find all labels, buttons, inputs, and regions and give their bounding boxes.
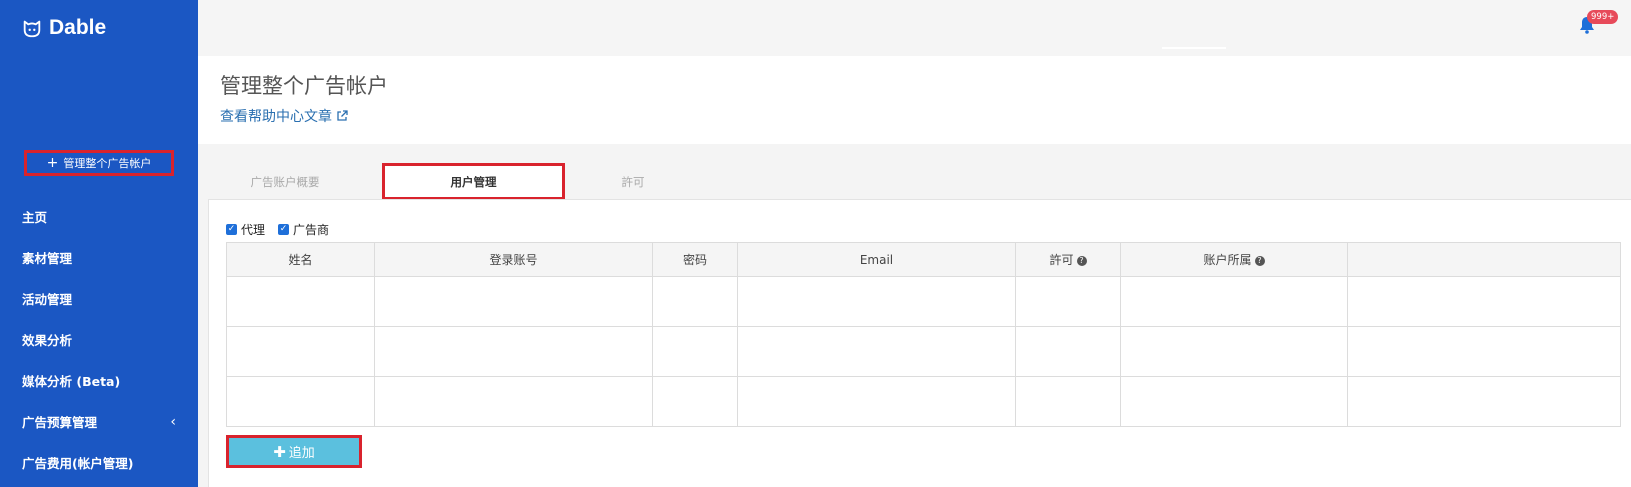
sidebar-item-label: 效果分析 xyxy=(22,333,73,348)
sidebar-item-home[interactable]: 主页 xyxy=(0,196,198,237)
table-row xyxy=(226,326,1621,377)
column-header-label: 許可 xyxy=(1049,253,1074,267)
column-header-label: 账户所属 xyxy=(1203,253,1252,267)
logo-text: Dable xyxy=(49,16,107,39)
column-header-password[interactable]: 密码 xyxy=(652,242,738,277)
user-management-panel: ✓ 代理 ✓ 广告商 姓名 登录账号 密码 Email 許可? 账户所属? ✚ … xyxy=(208,199,1631,487)
help-link-label: 查看帮助中心文章 xyxy=(220,109,332,125)
tab-label: 用户管理 xyxy=(450,174,497,189)
manage-account-label: 管理整个广告帐户 xyxy=(63,157,152,170)
help-center-link[interactable]: 查看帮助中心文章 xyxy=(220,106,348,126)
tab-bar: 广告账户概要 用户管理 許可 xyxy=(208,163,1631,200)
tab-label: 广告账户概要 xyxy=(250,174,320,189)
sidebar: Dable + 管理整个广告帐户 主页 素材管理 活动管理 效果分析 媒体分析 … xyxy=(0,0,198,487)
sidebar-item-media-analysis[interactable]: 媒体分析 (Beta) xyxy=(0,360,198,401)
users-table: 姓名 登录账号 密码 Email 許可? 账户所属? xyxy=(226,242,1621,427)
manage-account-button[interactable]: + 管理整个广告帐户 xyxy=(24,150,174,176)
sidebar-item-label: 主页 xyxy=(22,210,48,225)
notification-badge: 999+ xyxy=(1587,10,1619,24)
external-link-icon xyxy=(337,110,348,121)
column-header-email[interactable]: Email xyxy=(737,242,1016,277)
role-filters: ✓ 代理 ✓ 广告商 xyxy=(226,221,329,238)
agency-label: 代理 xyxy=(241,223,266,237)
tab-user-management[interactable]: 用户管理 xyxy=(382,163,565,200)
sidebar-item-label: 广告预算管理 xyxy=(22,415,98,430)
sidebar-item-label: 广告费用(帐户管理) xyxy=(22,456,134,471)
logo[interactable]: Dable xyxy=(21,16,106,40)
tab-label: 許可 xyxy=(621,174,645,189)
tab-permissions[interactable]: 許可 xyxy=(593,163,673,200)
page-header: 管理整个广告帐户 查看帮助中心文章 xyxy=(198,56,1631,144)
sidebar-item-performance[interactable]: 效果分析 xyxy=(0,319,198,360)
chevron-left-icon: ‹ xyxy=(170,413,176,430)
column-header-permission[interactable]: 許可? xyxy=(1015,242,1121,277)
top-bar-divider xyxy=(1162,47,1226,49)
column-header-actions xyxy=(1347,242,1621,277)
table-row xyxy=(226,276,1621,327)
tab-account-overview[interactable]: 广告账户概要 xyxy=(220,163,350,200)
sidebar-item-label: 素材管理 xyxy=(22,251,73,266)
agency-checkbox[interactable]: ✓ xyxy=(226,224,237,235)
table-row xyxy=(226,376,1621,427)
plus-icon: + xyxy=(46,155,59,171)
advertiser-label: 广告商 xyxy=(293,223,330,237)
column-header-login[interactable]: 登录账号 xyxy=(374,242,653,277)
table-header-row: 姓名 登录账号 密码 Email 許可? 账户所属? xyxy=(226,242,1621,277)
sidebar-item-label: 媒体分析 (Beta) xyxy=(22,374,121,389)
advertiser-checkbox[interactable]: ✓ xyxy=(278,224,290,235)
sidebar-item-campaigns[interactable]: 活动管理 xyxy=(0,278,198,319)
sidebar-item-creatives[interactable]: 素材管理 xyxy=(0,237,198,278)
column-header-account-owner[interactable]: 账户所属? xyxy=(1120,242,1348,277)
dable-logo-icon xyxy=(23,20,41,38)
top-bar xyxy=(198,0,1631,56)
question-circle-icon[interactable]: ? xyxy=(1254,256,1265,266)
add-button-label: 追加 xyxy=(288,446,315,461)
add-user-button[interactable]: ✚ 追加 xyxy=(226,435,362,468)
column-header-name[interactable]: 姓名 xyxy=(226,242,375,277)
plus-icon: ✚ xyxy=(273,442,286,461)
sidebar-item-budget[interactable]: 广告预算管理 ‹ xyxy=(0,401,198,442)
question-circle-icon[interactable]: ? xyxy=(1076,256,1087,266)
sidebar-item-billing[interactable]: 广告费用(帐户管理) xyxy=(0,442,198,483)
sidebar-item-label: 活动管理 xyxy=(22,292,73,307)
sidebar-nav: 主页 素材管理 活动管理 效果分析 媒体分析 (Beta) 广告预算管理 ‹ 广告… xyxy=(0,196,198,483)
page-title: 管理整个广告帐户 xyxy=(220,74,388,98)
